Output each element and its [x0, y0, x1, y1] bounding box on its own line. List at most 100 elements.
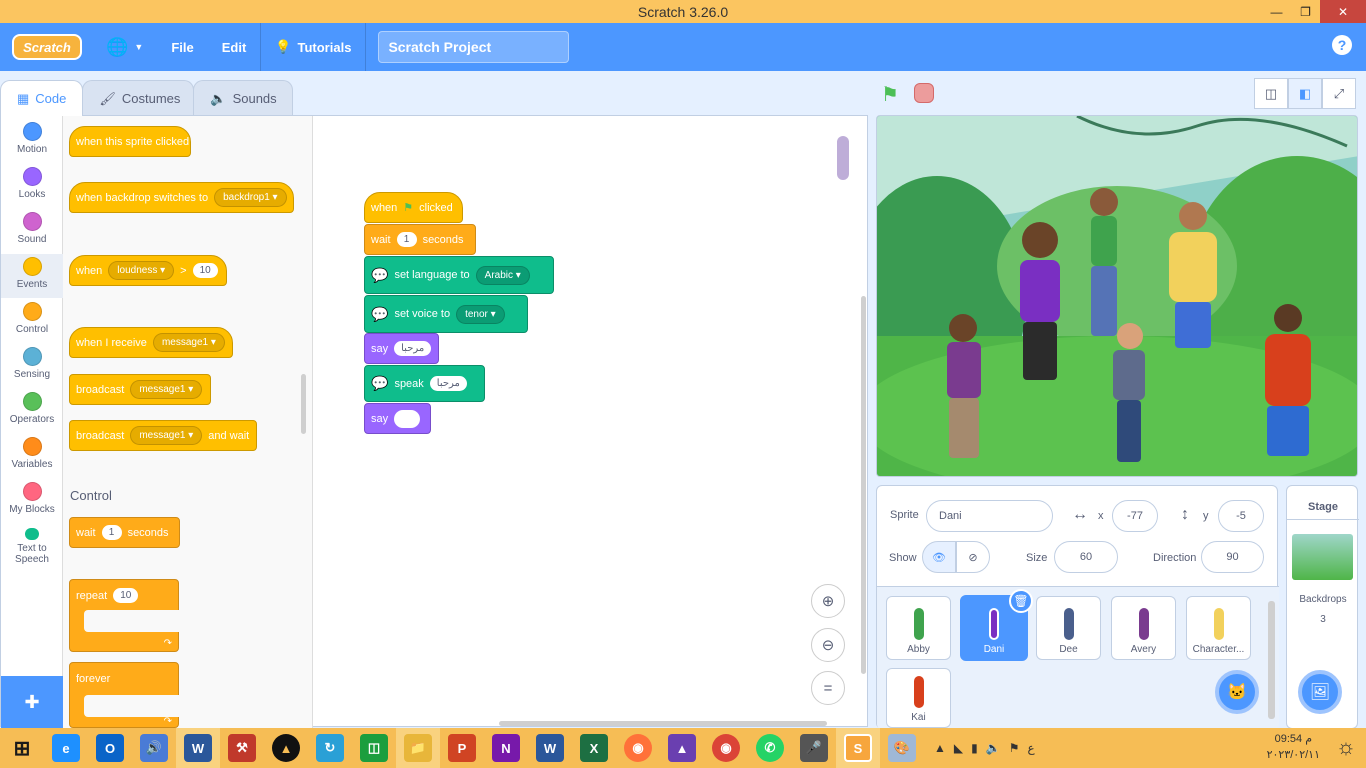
message-dropdown[interactable]: message1 ▾	[152, 333, 225, 352]
workspace-horizontal-scrollbar[interactable]	[499, 721, 827, 726]
normal-stage-button[interactable]: ◧	[1288, 78, 1322, 109]
notification-icon[interactable]: ⚑	[1009, 741, 1020, 755]
voice-dropdown[interactable]: tenor ▾	[456, 304, 505, 324]
show-hidden-button[interactable]: ⊘	[956, 541, 990, 573]
settings-icon[interactable]: ☼	[1336, 734, 1356, 760]
taskbar-explorer[interactable]: 📁	[396, 728, 440, 768]
y-input[interactable]: -5	[1218, 500, 1264, 532]
close-icon[interactable]: ✕	[1320, 0, 1366, 23]
taskbar-whatsapp[interactable]: ✆	[748, 728, 792, 768]
taskbar-outlook[interactable]: O	[88, 728, 132, 768]
add-extension-button[interactable]: ✚	[1, 676, 63, 728]
category-variables[interactable]: Variables	[1, 437, 63, 470]
minimize-icon[interactable]: —	[1262, 0, 1291, 23]
block-when-sprite-clicked[interactable]: when this sprite clicked	[69, 126, 191, 157]
category-events[interactable]: Events	[1, 254, 63, 298]
taskbar-powerpoint[interactable]: P	[440, 728, 484, 768]
block-when-i-receive[interactable]: when I receive message1 ▾	[69, 327, 233, 358]
taskbar-paint[interactable]: 🎨	[880, 728, 924, 768]
category-looks[interactable]: Looks	[1, 167, 63, 200]
wait-input[interactable]: 1	[101, 525, 122, 540]
taskbar-excel[interactable]: X	[572, 728, 616, 768]
add-sprite-button[interactable]: 🐱	[1215, 670, 1259, 714]
block-broadcast[interactable]: broadcast message1 ▾	[69, 374, 211, 405]
taskbar-chrome[interactable]: ◉	[704, 728, 748, 768]
small-stage-button[interactable]: ◫	[1254, 78, 1288, 109]
message-dropdown[interactable]: message1 ▾	[130, 380, 203, 399]
keyboard-language[interactable]: ع	[1027, 741, 1034, 755]
category-my-blocks[interactable]: My Blocks	[1, 482, 63, 515]
zoom-reset-button[interactable]: =	[811, 671, 845, 705]
taskbar-clock[interactable]: 09:54 م ٢٠٢٣/٠٢/١١	[1267, 731, 1320, 763]
palette-scrollbar[interactable]	[301, 374, 306, 434]
say-input[interactable]	[394, 409, 421, 428]
message-dropdown[interactable]: message1 ▾	[130, 426, 203, 445]
taskbar-firefox[interactable]: ◉	[616, 728, 660, 768]
block-repeat[interactable]: repeat 10 ↷	[69, 579, 180, 652]
taskbar-onenote[interactable]: N	[484, 728, 528, 768]
category-sensing[interactable]: Sensing	[1, 347, 63, 380]
stop-button[interactable]	[914, 83, 934, 103]
block-when-backdrop-switches[interactable]: when backdrop switches to backdrop1 ▾	[69, 182, 294, 213]
add-backdrop-button[interactable]: 🖼	[1298, 670, 1342, 714]
wait-input[interactable]: 1	[396, 232, 417, 247]
taskbar-microphone[interactable]: 🎤	[792, 728, 836, 768]
sprite-tile-character[interactable]: Character...	[1186, 596, 1251, 660]
stage-canvas[interactable]	[876, 115, 1358, 477]
volume-icon[interactable]: 🔈	[986, 741, 1001, 755]
category-motion[interactable]: Motion	[1, 122, 63, 155]
start-button[interactable]: ⊞	[0, 728, 44, 768]
maximize-icon[interactable]: ❐	[1291, 0, 1320, 23]
zoom-in-button[interactable]: ⊕	[811, 584, 845, 618]
taskbar-app-triangle[interactable]: ▲	[264, 728, 308, 768]
category-sound[interactable]: Sound	[1, 212, 63, 245]
delete-sprite-button[interactable]: 🗑	[1009, 589, 1033, 613]
language-menu[interactable]: 🌐 ▼	[92, 23, 157, 71]
file-menu[interactable]: File	[157, 23, 207, 71]
block-say-empty[interactable]: say	[364, 403, 431, 434]
script-workspace[interactable]: when ⚑ clicked wait 1 seconds 💬 set language …	[313, 116, 868, 728]
chevron-up-icon[interactable]: ▲	[934, 741, 946, 755]
block-say[interactable]: say مرحبا	[364, 333, 439, 364]
taskbar-app-refresh[interactable]: ↻	[308, 728, 352, 768]
category-control[interactable]: Control	[1, 302, 63, 335]
block-set-voice[interactable]: 💬 set voice to tenor ▾	[364, 295, 528, 333]
fullscreen-button[interactable]: ⤢	[1322, 78, 1356, 109]
network-icon[interactable]: ◣	[954, 741, 963, 755]
taskbar-store[interactable]: ◫	[352, 728, 396, 768]
block-when-flag-clicked[interactable]: when ⚑ clicked	[364, 192, 463, 223]
show-visible-button[interactable]: 👁	[922, 541, 956, 573]
project-title-input[interactable]: Scratch Project	[378, 31, 570, 63]
taskbar-word[interactable]: W	[176, 728, 220, 768]
block-when-loudness[interactable]: when loudness ▾ >10	[69, 255, 227, 286]
sprite-tile-dee[interactable]: Dee	[1036, 596, 1101, 660]
tab-sounds[interactable]: 🔈 Sounds	[193, 80, 294, 116]
block-wait[interactable]: wait 1 seconds	[69, 517, 180, 548]
taskbar-ie[interactable]: e	[44, 728, 88, 768]
scratch-logo[interactable]: Scratch	[12, 34, 82, 60]
sprite-tile-avery[interactable]: Avery	[1111, 596, 1176, 660]
battery-icon[interactable]: ▮	[971, 741, 978, 755]
sprite-tile-kai[interactable]: Kai	[886, 668, 951, 728]
block-wait[interactable]: wait 1 seconds	[364, 224, 476, 255]
taskbar-paint-tool[interactable]: ⚒	[220, 728, 264, 768]
size-input[interactable]: 60	[1054, 541, 1118, 573]
speak-input[interactable]: مرحبا	[429, 376, 467, 391]
sprite-list-scrollbar[interactable]	[1268, 601, 1275, 719]
sprite-tile-abby[interactable]: Abby	[886, 596, 951, 660]
workspace-vertical-scrollbar[interactable]	[861, 296, 866, 674]
sprite-name-input[interactable]: Dani	[926, 500, 1053, 532]
language-dropdown[interactable]: Arabic ▾	[475, 265, 530, 285]
help-icon[interactable]: ?	[1332, 35, 1352, 55]
backdrop-dropdown[interactable]: backdrop1 ▾	[214, 188, 287, 207]
sensor-dropdown[interactable]: loudness ▾	[108, 261, 175, 280]
category-operators[interactable]: Operators	[1, 392, 63, 425]
repeat-input[interactable]: 10	[113, 588, 139, 603]
edit-menu[interactable]: Edit	[208, 23, 261, 71]
loudness-input[interactable]: 10	[192, 263, 218, 278]
zoom-out-button[interactable]: ⊖	[811, 628, 845, 662]
tutorials-menu[interactable]: 💡 Tutorials	[261, 23, 365, 71]
block-set-language[interactable]: 💬 set language to Arabic ▾	[364, 256, 554, 294]
green-flag-button[interactable]: ⚑	[881, 82, 903, 106]
tab-code[interactable]: ▦ Code	[0, 80, 84, 116]
